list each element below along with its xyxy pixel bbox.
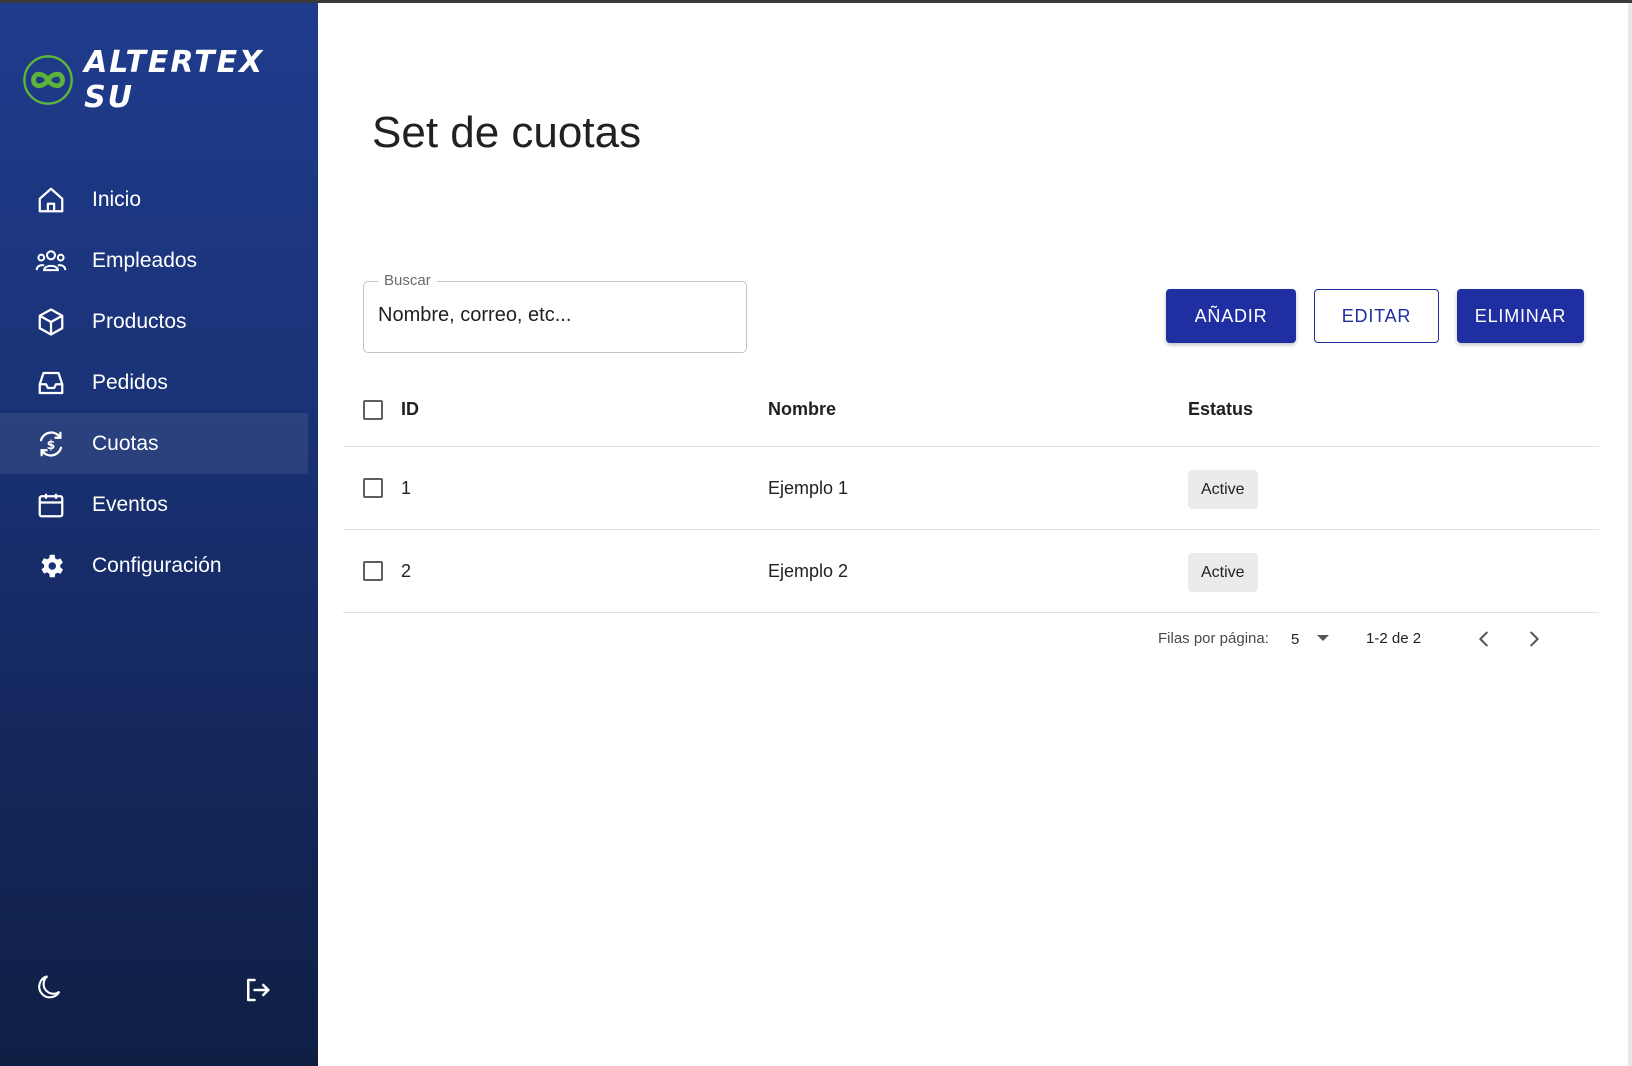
status-badge: Active (1188, 552, 1258, 592)
logout-button[interactable] (242, 975, 276, 1009)
status-cell: Active (1188, 552, 1258, 592)
table-header-row: ID Nombre Estatus (343, 373, 1599, 447)
moon-icon (38, 975, 61, 999)
column-header-status[interactable]: Estatus (1188, 399, 1253, 420)
main-content: Set de cuotas Buscar AÑADIR EDITAR ELIMI… (318, 3, 1628, 1066)
select-all-cell (363, 399, 383, 420)
sidebar-item-label: Eventos (92, 492, 168, 516)
infinity-logo-icon (23, 55, 73, 105)
select-all-checkbox[interactable] (363, 399, 383, 420)
brand-logo[interactable]: ALTERTEX SU (22, 45, 318, 115)
status-badge: Active (1188, 469, 1258, 509)
calendar-icon (34, 488, 68, 522)
chevron-left-icon[interactable] (1473, 628, 1495, 650)
table-row[interactable]: 2 Ejemplo 2 Active (343, 530, 1599, 613)
sidebar-item-label: Configuración (92, 553, 222, 577)
caret-down-icon[interactable] (1315, 631, 1331, 645)
inbox-icon (34, 366, 68, 400)
sidebar-item-empleados[interactable]: Empleados (0, 230, 318, 291)
sidebar-item-configuracion[interactable]: Configuración (0, 535, 318, 596)
column-header-id[interactable]: ID (401, 399, 419, 420)
sidebar-item-productos[interactable]: Productos (0, 291, 318, 352)
svg-text:$: $ (47, 437, 56, 452)
column-header-name[interactable]: Nombre (768, 399, 836, 420)
sidebar-item-label: Empleados (92, 248, 198, 272)
currency-exchange-icon: $ (34, 427, 68, 461)
edit-button[interactable]: EDITAR (1314, 289, 1439, 343)
row-checkbox[interactable] (363, 478, 383, 498)
sidebar-item-label: Inicio (92, 187, 142, 211)
add-button[interactable]: AÑADIR (1166, 289, 1296, 343)
cell-id: 2 (401, 560, 412, 581)
logout-icon (247, 978, 270, 1002)
search-input[interactable] (378, 304, 728, 327)
sidebar-item-pedidos[interactable]: Pedidos (0, 352, 318, 413)
people-icon (34, 244, 68, 278)
search-field[interactable]: Buscar (363, 272, 747, 353)
brand-name: ALTERTEX SU (84, 45, 265, 115)
search-label: Buscar (378, 272, 437, 289)
sidebar-item-eventos[interactable]: Eventos (0, 474, 318, 535)
gear-icon (34, 549, 68, 583)
row-checkbox-cell (363, 561, 383, 581)
theme-toggle-button[interactable] (34, 971, 68, 1005)
sidebar-nav: Inicio Empleados Productos Pedidos $ Cuo… (0, 169, 318, 596)
sidebar-item-label: Pedidos (92, 370, 168, 394)
cell-id: 1 (401, 477, 412, 498)
row-checkbox[interactable] (363, 561, 383, 581)
table-row[interactable]: 1 Ejemplo 1 Active (343, 447, 1599, 530)
window-edge (1628, 3, 1632, 1066)
cell-name: Ejemplo 1 (768, 477, 849, 498)
rows-per-page-label: Filas por página: (1158, 630, 1269, 647)
pagination-range: 1-2 de 2 (1366, 630, 1422, 647)
delete-button[interactable]: ELIMINAR (1457, 289, 1584, 343)
rows-per-page-select[interactable]: 5 (1291, 631, 1299, 648)
home-icon (34, 183, 68, 217)
table-pagination: Filas por página: 5 1-2 de 2 (1143, 623, 1599, 653)
status-cell: Active (1188, 469, 1258, 509)
sidebar-item-label: Productos (92, 309, 187, 333)
cell-name: Ejemplo 2 (768, 560, 849, 581)
chevron-right-icon[interactable] (1523, 628, 1545, 650)
sidebar: ALTERTEX SU Inicio Empleados Productos P… (0, 3, 318, 1066)
data-table: ID Nombre Estatus 1 Ejemplo 1 Active 2 E… (343, 373, 1599, 613)
page-title: Set de cuotas (372, 108, 642, 157)
sidebar-item-cuotas[interactable]: $ Cuotas (0, 413, 308, 474)
sidebar-item-label: Cuotas (92, 431, 159, 455)
box-icon (34, 305, 68, 339)
sidebar-item-inicio[interactable]: Inicio (0, 169, 318, 230)
row-checkbox-cell (363, 478, 383, 498)
